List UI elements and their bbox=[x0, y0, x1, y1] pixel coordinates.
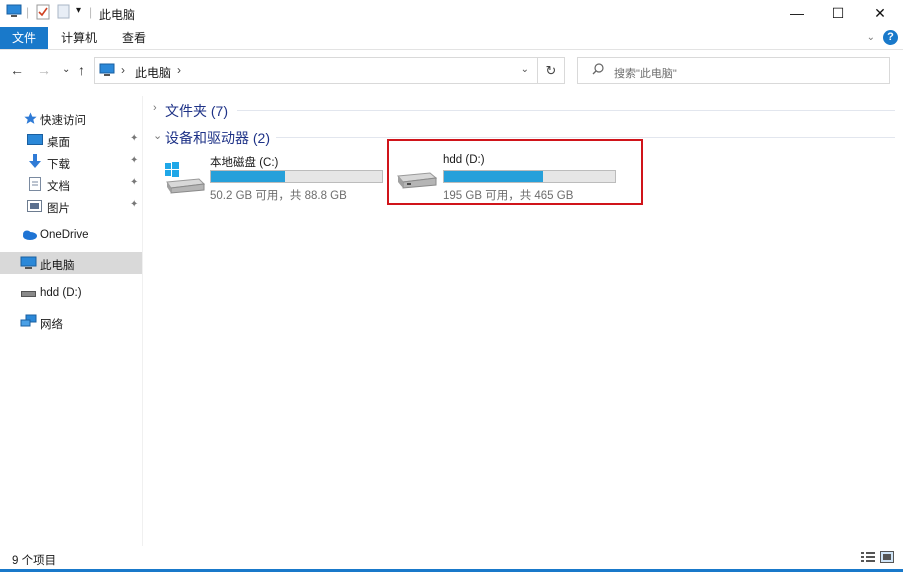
address-bar[interactable]: › 此电脑 › ⌄ bbox=[94, 57, 538, 84]
qat-divider: | bbox=[26, 5, 30, 19]
pin-icon[interactable]: ✦ bbox=[130, 155, 138, 166]
chevron-right-icon[interactable]: › bbox=[153, 102, 157, 114]
group-folders[interactable]: › 文件夹 (7) bbox=[145, 99, 895, 119]
drive-name: 本地磁盘 (C:) bbox=[210, 157, 279, 169]
group-divider bbox=[276, 137, 895, 138]
drive-usage-bar bbox=[210, 170, 383, 183]
ribbon-expand-icon[interactable]: ⌄ bbox=[867, 32, 875, 43]
search-placeholder: 搜索"此电脑" bbox=[614, 68, 677, 80]
forward-button[interactable]: → bbox=[37, 62, 51, 78]
star-icon bbox=[24, 112, 37, 124]
sidebar-item-label: 快速访问 bbox=[40, 115, 86, 127]
sidebar-item-label: 下载 bbox=[47, 159, 70, 171]
recent-locations-button[interactable]: ⌄ bbox=[62, 64, 70, 75]
windows-drive-icon bbox=[165, 162, 205, 194]
sidebar-item-label: 文档 bbox=[47, 181, 70, 193]
sidebar-item-label: 此电脑 bbox=[40, 260, 75, 272]
breadcrumb-separator-icon[interactable]: › bbox=[177, 63, 181, 77]
sidebar-item-desktop[interactable]: 桌面 ✦ bbox=[0, 129, 142, 151]
document-icon bbox=[29, 177, 41, 191]
sidebar-item-label: hdd (D:) bbox=[40, 287, 82, 299]
title-divider: | bbox=[89, 5, 93, 19]
tab-file[interactable]: 文件 bbox=[0, 27, 48, 49]
search-icon bbox=[592, 63, 604, 75]
search-box[interactable]: 搜索"此电脑" bbox=[577, 57, 890, 84]
sidebar-item-label: 图片 bbox=[47, 203, 70, 215]
up-button[interactable]: ↑ bbox=[78, 62, 85, 78]
computer-icon bbox=[99, 63, 115, 76]
pin-icon[interactable]: ✦ bbox=[130, 177, 138, 188]
refresh-icon: ↻ bbox=[545, 63, 557, 78]
refresh-button[interactable]: ↻ bbox=[538, 57, 565, 84]
help-button[interactable]: ? bbox=[883, 30, 898, 45]
address-dropdown-icon[interactable]: ⌄ bbox=[521, 64, 529, 75]
sidebar-item-quick-access[interactable]: 快速访问 bbox=[0, 107, 142, 129]
close-button[interactable]: ✕ bbox=[858, 0, 902, 26]
qat-dropdown-icon[interactable]: ▾ bbox=[76, 5, 81, 16]
drive-usage-fill bbox=[211, 171, 286, 182]
minimize-icon: — bbox=[790, 5, 804, 21]
network-icon bbox=[20, 314, 37, 327]
sidebar-item-hdd-d[interactable]: hdd (D:) bbox=[0, 282, 142, 304]
tab-computer[interactable]: 计算机 bbox=[53, 27, 105, 49]
drive-c[interactable]: 本地磁盘 (C:) 50.2 GB 可用，共 88.8 GB bbox=[163, 150, 388, 206]
computer-icon[interactable] bbox=[6, 4, 22, 18]
close-icon: ✕ bbox=[874, 4, 886, 21]
pictures-icon bbox=[27, 200, 42, 212]
sidebar-item-documents[interactable]: 文档 ✦ bbox=[0, 173, 142, 195]
download-icon bbox=[29, 154, 41, 168]
group-title: 设备和驱动器 (2) bbox=[165, 130, 270, 146]
pin-icon[interactable]: ✦ bbox=[130, 199, 138, 210]
sidebar-item-label: 网络 bbox=[40, 319, 63, 331]
status-bar: 9 个项目 bbox=[0, 546, 903, 570]
navigation-bar: ← → ⌄ ↑ › 此电脑 › ⌄ ↻ 搜索"此电脑" bbox=[0, 56, 903, 86]
sidebar-item-this-pc[interactable]: 此电脑 bbox=[0, 252, 142, 274]
drive-icon bbox=[21, 291, 36, 297]
computer-icon bbox=[20, 256, 37, 269]
minimize-button[interactable]: — bbox=[775, 0, 819, 26]
sidebar-item-pictures[interactable]: 图片 ✦ bbox=[0, 195, 142, 217]
ribbon: 文件 计算机 查看 ⌄ ? bbox=[0, 27, 903, 50]
details-view-icon[interactable] bbox=[861, 551, 875, 563]
sidebar-item-label: OneDrive bbox=[40, 229, 89, 241]
sidebar-item-network[interactable]: 网络 bbox=[0, 311, 142, 333]
breadcrumb-separator-icon[interactable]: › bbox=[121, 63, 125, 77]
desktop-icon bbox=[27, 134, 43, 145]
selection-highlight-box bbox=[387, 139, 643, 205]
window-title: 此电脑 bbox=[99, 8, 136, 22]
new-folder-icon[interactable] bbox=[57, 4, 70, 19]
item-count: 9 个项目 bbox=[12, 555, 57, 567]
back-button[interactable]: ← bbox=[10, 62, 24, 78]
chevron-down-icon[interactable]: ⌄ bbox=[153, 129, 162, 142]
tiles-view-icon[interactable] bbox=[880, 551, 894, 563]
title-bar: | ▾ | 此电脑 — ☐ ✕ bbox=[0, 0, 903, 26]
tab-view[interactable]: 查看 bbox=[112, 27, 156, 49]
sidebar-item-downloads[interactable]: 下载 ✦ bbox=[0, 151, 142, 173]
properties-icon[interactable] bbox=[36, 4, 50, 20]
maximize-button[interactable]: ☐ bbox=[816, 0, 860, 26]
group-divider bbox=[237, 110, 895, 111]
navigation-pane: 快速访问 桌面 ✦ 下载 ✦ 文档 ✦ 图片 ✦ OneDrive 此电脑 hd… bbox=[0, 96, 143, 546]
breadcrumb-this-pc[interactable]: 此电脑 bbox=[135, 64, 171, 81]
maximize-icon: ☐ bbox=[831, 4, 845, 21]
cloud-icon bbox=[23, 230, 37, 240]
group-title: 文件夹 (7) bbox=[165, 103, 228, 119]
sidebar-item-label: 桌面 bbox=[47, 137, 70, 149]
drive-space-info: 50.2 GB 可用，共 88.8 GB bbox=[210, 190, 347, 202]
pin-icon[interactable]: ✦ bbox=[130, 133, 138, 144]
sidebar-item-onedrive[interactable]: OneDrive bbox=[0, 224, 142, 246]
